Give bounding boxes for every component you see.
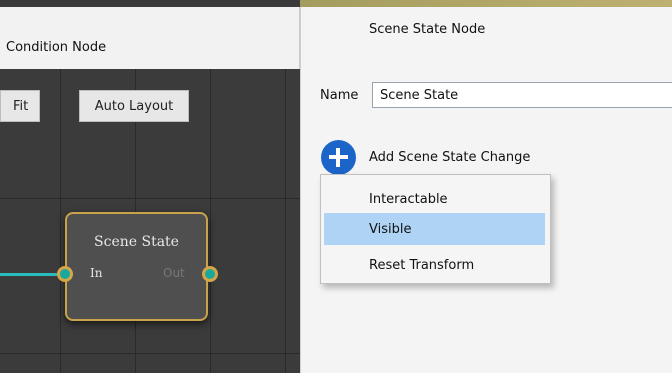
add-scene-state-change-label[interactable]: Add Scene State Change [369,150,530,165]
in-port[interactable] [57,266,73,282]
name-label: Name [320,88,359,103]
graph-editor-panel: Condition Node Fit Auto Layout Scene Sta… [0,0,300,373]
plus-circle-icon[interactable] [321,140,356,175]
node-title: Scene State [94,234,179,250]
name-input[interactable] [372,82,672,108]
graph-panel-header: Condition Node [0,7,300,69]
graph-panel-title: Condition Node [6,40,107,55]
fit-button[interactable]: Fit [0,90,40,122]
menu-item-visible[interactable]: Visible [324,213,545,245]
node-in-label: In [90,266,103,280]
auto-layout-button[interactable]: Auto Layout [79,90,189,122]
out-port[interactable] [202,266,218,282]
node-out-label: Out [163,266,185,280]
scene-state-change-menu: Interactable Visible Reset Transform [320,174,551,284]
menu-item-interactable[interactable]: Interactable [324,183,545,215]
scene-state-node[interactable]: Scene State In Out [65,212,208,321]
node-connection-line [0,273,63,276]
inspector-title: Scene State Node [369,22,486,37]
menu-item-reset-transform[interactable]: Reset Transform [324,249,545,281]
